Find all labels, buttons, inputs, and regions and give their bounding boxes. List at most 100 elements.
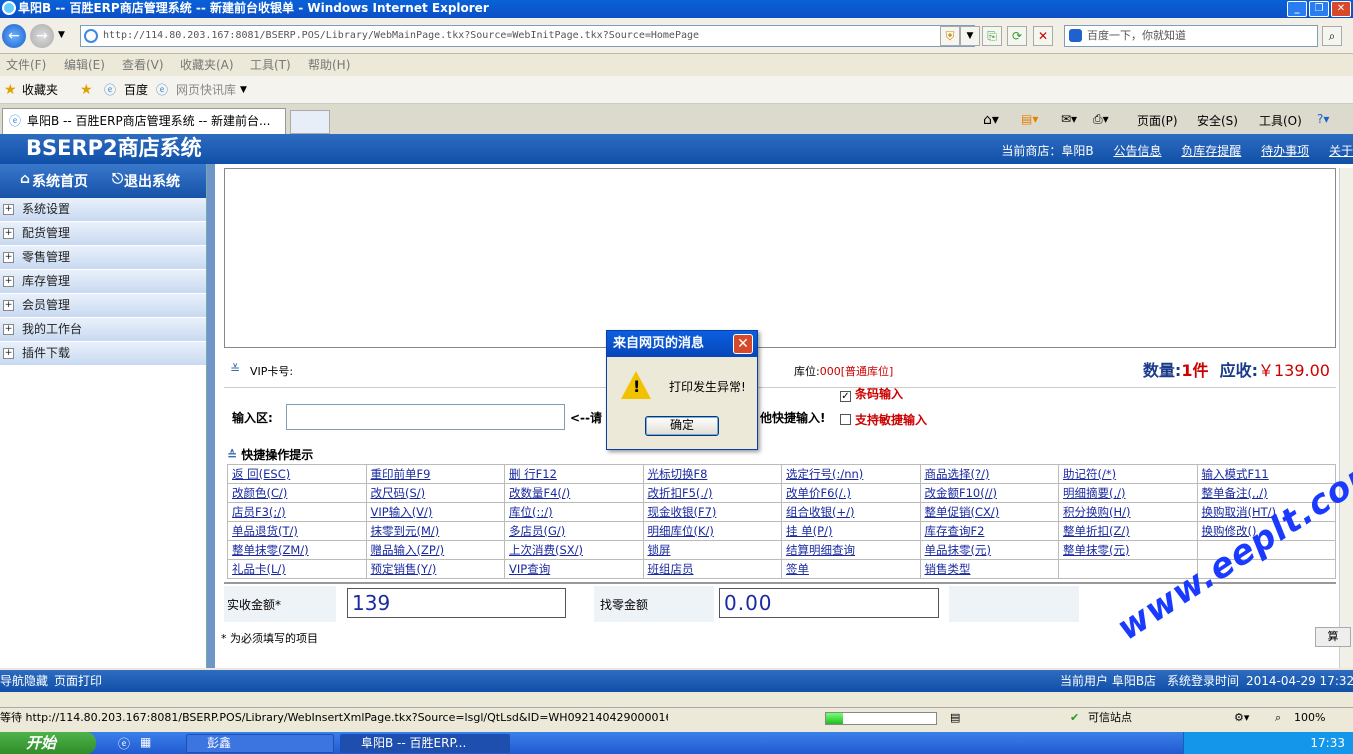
shortcut-link[interactable]: 礼品卡(L/) [227,559,367,579]
page-menu[interactable]: 页面(P) [1137,112,1178,129]
shortcut-link[interactable]: 助记符(/*) [1058,464,1198,484]
start-button[interactable]: 开始 [0,732,96,754]
safety-menu[interactable]: 安全(S) [1197,112,1238,129]
sidebar-item-workbench[interactable]: 我的工作台 [0,318,206,342]
shortcut-link[interactable]: 返 回(ESC) [227,464,367,484]
barcode-checkbox[interactable]: ✓ 条码输入 [840,385,903,402]
menu-favorites[interactable]: 收藏夹(A) [180,56,234,74]
favorites-button[interactable]: 收藏夹 [22,76,58,104]
logout-link[interactable]: 退出系统 [124,171,180,191]
history-dropdown-icon[interactable]: ▼ [58,30,65,40]
webslice-gallery-link[interactable]: 网页快讯库 [176,76,236,104]
menu-file[interactable]: 文件(F) [6,56,46,74]
shortcut-link[interactable]: 锁屏 [642,540,782,560]
help-icon[interactable]: ?▾ [1317,112,1329,126]
feeds-icon[interactable]: ▤▾ [1021,112,1038,126]
shortcut-link[interactable]: 整单抹零(元) [1058,540,1198,560]
shortcut-link[interactable]: 挂 单(P/) [781,521,921,541]
compat-view-icon[interactable]: ⎘ [982,26,1002,46]
shortcut-link[interactable]: 上次消费(SX/) [504,540,644,560]
address-input[interactable]: http://114.80.203.167:8081/BSERP.POS/Lib… [80,25,975,47]
refresh-icon[interactable]: ⟳ [1007,26,1027,46]
address-dropdown-icon[interactable]: ▼ [960,26,980,46]
shortcut-link[interactable]: 赠品输入(ZP/) [365,540,505,560]
shortcut-link[interactable]: 重印前单F9 [365,464,505,484]
sidebar-splitter[interactable] [207,164,215,668]
shortcut-link[interactable]: 改金额F10(//) [919,483,1059,503]
menu-edit[interactable]: 编辑(E) [64,56,105,74]
tab-active[interactable]: ⓔ 阜阳B -- 百胜ERP商店管理系统 -- 新建前台... [2,108,286,134]
shortcut-link[interactable]: 组合收银(+/) [781,502,921,522]
calculate-button[interactable]: 算 [1315,627,1351,647]
shortcut-link[interactable]: 抹零到元(M/) [365,521,505,541]
sidebar-item-system-settings[interactable]: 系统设置 [0,198,206,222]
system-home-link[interactable]: 系统首页 [32,171,88,191]
shortcut-checkbox[interactable]: 支持敏捷输入 [840,411,927,428]
page-print-link[interactable]: 页面打印 [54,670,102,692]
print-icon[interactable]: ⎙▾ [1093,112,1109,127]
notice-link[interactable]: 公告信息 [1113,144,1161,158]
shortcut-link[interactable]: 结算明细查询 [781,540,921,560]
shortcut-link[interactable]: 改单价F6(/.) [781,483,921,503]
stop-icon[interactable]: ✕ [1033,26,1053,46]
mail-icon[interactable]: ✉▾ [1061,112,1077,126]
shortcut-link[interactable]: 单品退货(T/) [227,521,367,541]
shortcut-link[interactable]: 店员F3(;/) [227,502,367,522]
sidebar-item-inventory[interactable]: 库存管理 [0,270,206,294]
home-icon[interactable]: ⌂▾ [983,112,999,128]
shortcut-link[interactable]: 改折扣F5(./) [642,483,782,503]
dialog-ok-button[interactable]: 确定 [645,416,719,436]
back-button[interactable]: ← [2,24,26,48]
receipt-detail-area[interactable] [224,168,1336,348]
shortcut-link[interactable]: 班组店员 [642,559,782,579]
shortcut-link[interactable]: 改颜色(C/) [227,483,367,503]
negative-stock-link[interactable]: 负库存提醒 [1181,144,1241,158]
sidebar-item-members[interactable]: 会员管理 [0,294,206,318]
shortcut-link[interactable]: 整单折扣(Z/) [1058,521,1198,541]
toggle-nav-link[interactable]: 导航隐藏 [0,670,48,692]
shortcut-link[interactable]: VIP输入(V/) [365,502,505,522]
sidebar-item-retail[interactable]: 零售管理 [0,246,206,270]
shortcut-link[interactable]: 改数量F4(/) [504,483,644,503]
sidebar-item-distribution[interactable]: 配货管理 [0,222,206,246]
menu-view[interactable]: 查看(V) [122,56,164,74]
restore-button[interactable]: ❐ [1309,1,1329,17]
shortcut-link[interactable]: 积分换购(H/) [1058,502,1198,522]
close-window-button[interactable]: ✕ [1331,1,1351,17]
shortcut-link[interactable]: 签单 [781,559,921,579]
shortcut-link[interactable]: 明细摘要(,/) [1058,483,1198,503]
menu-help[interactable]: 帮助(H) [308,56,350,74]
shortcut-link[interactable]: VIP查询 [504,559,644,579]
taskbar-item-explorer[interactable]: 彭鑫 [186,734,334,753]
new-tab-button[interactable] [290,110,330,134]
webslice-dropdown-icon[interactable]: ▼ [240,76,247,104]
forward-button[interactable]: → [30,24,54,48]
shortcut-link[interactable]: 现金收银(F7) [642,502,782,522]
shortcut-link[interactable]: 改尺码(S/) [365,483,505,503]
search-icon[interactable]: ⌕ [1322,26,1342,46]
collapse-up-icon[interactable]: ≙ [227,448,237,462]
shortcut-link[interactable]: 销售类型 [919,559,1059,579]
quicklaunch-ie-icon[interactable]: ⓔ [118,735,130,752]
vertical-scrollbar[interactable] [1339,168,1353,668]
sidebar-item-plugins[interactable]: 插件下载 [0,342,206,366]
add-favorite-icon[interactable]: ★ [80,76,93,104]
shortcut-link[interactable]: 明细库位(K/) [642,521,782,541]
search-input[interactable]: 百度一下，你就知道 [1064,25,1318,47]
barcode-input[interactable] [286,404,565,430]
quicklaunch-desktop-icon[interactable]: ▦ [140,735,151,749]
shortcut-link[interactable]: 整单抹零(ZM/) [227,540,367,560]
about-link[interactable]: 关于 [1329,144,1353,158]
security-shield-icon[interactable]: ⛨ [940,26,960,46]
dialog-close-button[interactable]: ✕ [733,334,753,354]
paid-amount-input[interactable]: 139 [347,588,566,618]
menu-tools[interactable]: 工具(T) [250,56,291,74]
shortcut-link[interactable]: 多店员(G/) [504,521,644,541]
shortcut-link[interactable]: 选定行号(:/nn) [781,464,921,484]
shortcut-link[interactable]: 单品抹零(元) [919,540,1059,560]
shortcut-link[interactable]: 光标切换F8 [642,464,782,484]
favorite-baidu-link[interactable]: 百度 [124,76,148,104]
shortcut-link[interactable]: 整单促销(CX/) [919,502,1059,522]
tools-menu[interactable]: 工具(O) [1259,112,1302,129]
protected-mode-icon[interactable]: ⚙▾ [1234,708,1249,728]
